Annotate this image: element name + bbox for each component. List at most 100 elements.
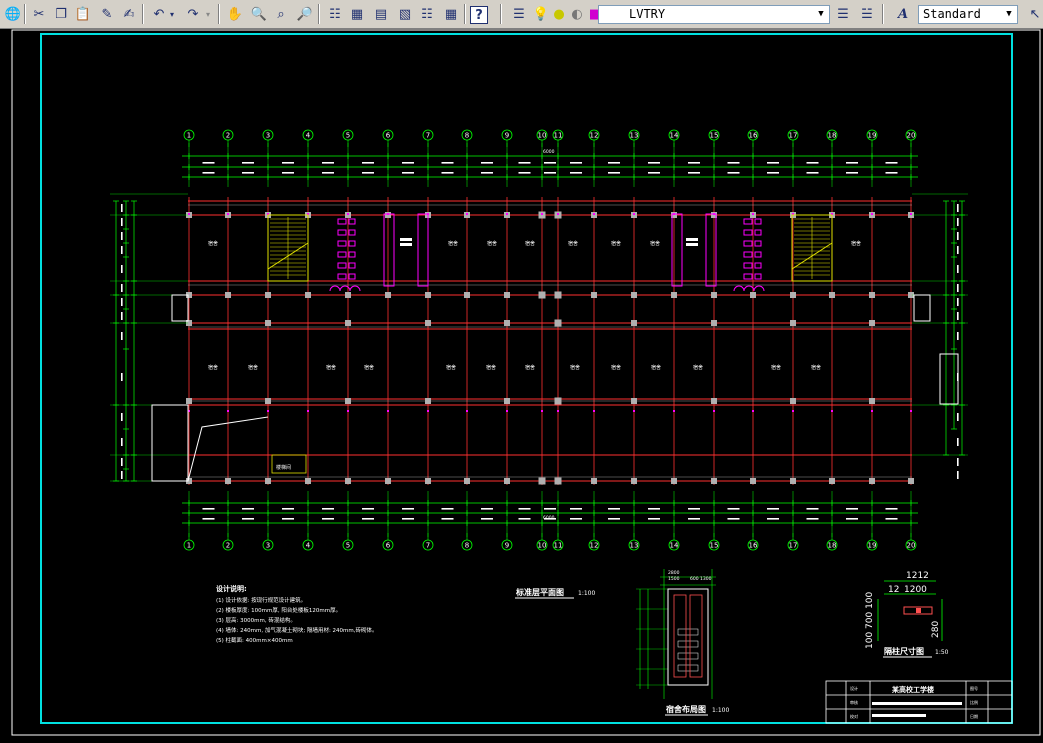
note-4: (4) 墙体: 240mm, 加气混凝土砌块; 隔墙用材: 240mm,砖砌体。 [216,626,378,634]
axis-label: 5 [346,542,350,550]
axis-label: 13 [630,132,639,140]
marker-point [593,213,595,215]
dim-text [608,172,620,174]
zoom-realtime-icon[interactable]: 🔍 [248,3,270,25]
redo-dropdown-icon[interactable]: ▾ [202,3,214,25]
dim-text [648,508,660,510]
dim-text [402,162,414,164]
axis-label: 14 [670,132,679,140]
dim-text [767,508,779,510]
dim-text [121,204,123,212]
column [345,292,351,298]
layer-manager-icon[interactable]: ☰ [508,3,530,25]
dorm-dim-4: 1300 [700,576,712,582]
axis-label: 9 [505,542,509,550]
zoom-previous-icon[interactable]: 🔎 [294,3,316,25]
column-dim-right: 280 [931,621,941,638]
tool-palette-icon[interactable]: ▤ [370,3,392,25]
dorm-dim-3: 600 [690,576,699,582]
column [425,292,431,298]
column [554,291,562,299]
axis-label: 1 [187,542,191,550]
sheet-set-icon[interactable]: ▧ [394,3,416,25]
axis-label: 17 [789,542,798,550]
dim-text [518,172,531,174]
brush-icon[interactable]: ✎ [96,3,118,25]
column [790,478,796,484]
dim-text [688,518,700,520]
marker-point [633,213,635,215]
dim-text [806,172,819,174]
column [225,292,231,298]
axis-label: 10 [538,132,547,140]
room-label: 宿舍 [208,364,218,371]
chevron-down-icon[interactable]: ▼ [1002,7,1016,22]
properties-icon[interactable]: ☷ [324,3,346,25]
marker-point [188,213,190,215]
axis-label: 19 [868,542,877,550]
room-label: 宿舍 [448,240,458,247]
column [869,320,875,326]
toolbar-separator [218,4,220,24]
column [554,397,562,405]
column [790,398,796,404]
text-style-icon[interactable]: A [892,3,914,25]
title-block-cell-1: 设计 [850,685,858,691]
dim-text [544,172,556,174]
axis-label: 13 [630,542,639,550]
marker-point [427,410,429,412]
dim-text [441,508,454,510]
match-properties-icon[interactable]: ✍ [118,3,140,25]
column [345,398,351,404]
dim-text [121,413,123,421]
calculator-icon[interactable]: ▦ [440,3,462,25]
globe-icon[interactable]: 🌐 [2,3,24,25]
layer-previous-icon[interactable]: ☰ [832,3,854,25]
axis-label: 20 [907,132,916,140]
dim-text [518,162,531,164]
dorm-dim-2: 1500 [668,576,680,582]
design-center-icon[interactable]: ▦ [346,3,368,25]
marker-point [267,410,269,412]
dim-text [608,518,620,520]
axis-label: 19 [868,132,877,140]
dimension-style-icon[interactable]: ↖ [1024,3,1043,25]
help-icon[interactable]: ? [470,6,488,24]
column-dim-mid: 1200 [904,585,927,595]
axis-label: 1 [187,132,191,140]
dim-text [322,518,334,520]
marker-point [871,213,873,215]
undo-dropdown-icon[interactable]: ▾ [166,3,178,25]
dim-text [362,172,374,174]
dim-text [957,438,959,446]
dim-text [957,284,959,292]
text-style-dropdown[interactable]: Standard ▼ [918,5,1018,24]
column [631,292,637,298]
dim-text [846,162,858,164]
dim-text [957,246,959,254]
marker-point [557,410,559,412]
layer-dropdown[interactable]: LVTRY ▼ [598,5,830,24]
paste-icon[interactable]: 📋 [72,3,94,25]
axis-label: 15 [710,542,719,550]
redo-icon[interactable]: ↷ [182,3,204,25]
marker-point [466,213,468,215]
dim-text [570,508,582,510]
layer-state-icon[interactable]: ☱ [856,3,878,25]
dim-text [362,508,374,510]
marker-point [910,213,912,215]
dim-text [570,162,582,164]
marker-point [466,410,468,412]
zoom-window-icon[interactable]: ⌕ [270,3,292,25]
marker-point [792,410,794,412]
marker-point [541,213,543,215]
room-label: 宿舍 [651,364,661,371]
chevron-down-icon[interactable]: ▼ [814,7,828,22]
copy-icon[interactable]: ❐ [50,3,72,25]
pan-icon[interactable]: ✋ [224,3,246,25]
column [186,398,192,404]
drawing-canvas[interactable]: 1 1 2 2 3 3 4 4 5 5 6 6 7 7 8 8 9 9 10 10 11 11 12 12 13 13 14 14 15… [0,29,1043,739]
markup-icon[interactable]: ☷ [416,3,438,25]
cut-icon[interactable]: ✂ [28,3,50,25]
dim-text [202,162,215,164]
